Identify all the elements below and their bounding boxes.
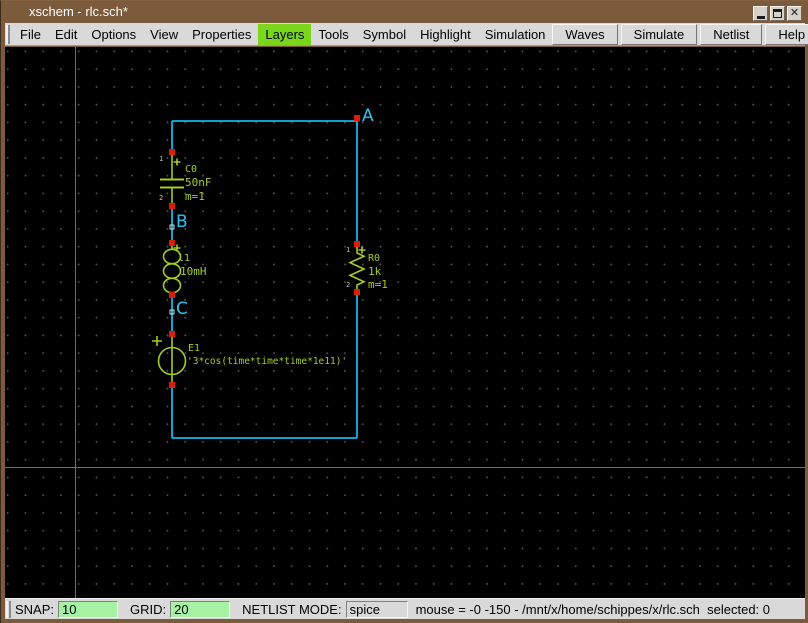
menubar: File Edit Options View Properties Layers… <box>5 23 808 46</box>
capacitor-pin2-number: 2 <box>159 194 164 202</box>
snap-input[interactable] <box>58 600 119 618</box>
pin-marker <box>169 382 175 388</box>
schematic-drawing <box>152 115 366 439</box>
resistor-mult[interactable]: m=1 <box>368 278 388 291</box>
inductor-symbol[interactable] <box>162 243 182 295</box>
pin-marker <box>169 203 175 209</box>
schematic-canvas[interactable]: A B C C0 50nF m=1 1 2 l1 10mH R0 1k m=1 … <box>5 47 805 598</box>
inductor-ref[interactable]: l1 <box>178 253 190 264</box>
menu-item-simulation[interactable]: Simulation <box>478 24 553 45</box>
xschem-window: xschem - rlc.sch* ✕ File Edit Options Vi… <box>0 0 808 623</box>
grid-label: GRID: <box>130 601 167 617</box>
resistor-pin1-number: 1 <box>346 246 351 254</box>
simulate-button[interactable]: Simulate <box>620 23 698 45</box>
pin-marker <box>169 240 175 246</box>
netlist-mode-input[interactable] <box>345 600 408 618</box>
pin-marker <box>169 149 175 155</box>
wires[interactable] <box>171 120 358 439</box>
window-title: xschem - rlc.sch* <box>29 4 128 19</box>
source-value[interactable]: '3*cos(time*time*time*1e11)' <box>187 356 347 367</box>
node-label-c[interactable]: C <box>176 301 188 318</box>
resistor-pin2-number: 2 <box>346 281 351 289</box>
mouse-info: mouse = -0 -150 - /mnt/x/home/schippes/x… <box>415 601 770 617</box>
pin-marker <box>354 289 360 295</box>
capacitor-ref[interactable]: C0 <box>185 164 197 175</box>
titlebar[interactable]: xschem - rlc.sch* ✕ <box>1 1 808 23</box>
menu-item-highlight[interactable]: Highlight <box>413 24 478 45</box>
capacitor-value[interactable]: 50nF <box>185 176 212 189</box>
menu-item-properties[interactable]: Properties <box>185 24 258 45</box>
help-button[interactable]: Help <box>765 23 808 45</box>
grid-input[interactable] <box>170 600 231 618</box>
statusbar: SNAP: GRID: NETLIST MODE: mouse = -0 -15… <box>5 598 805 619</box>
minimize-button[interactable] <box>753 6 768 21</box>
resistor-value[interactable]: 1k <box>368 265 381 278</box>
menubar-grip-handle[interactable] <box>6 24 10 44</box>
maximize-button[interactable] <box>770 6 785 21</box>
minimize-icon <box>756 15 765 19</box>
menu-item-symbol[interactable]: Symbol <box>356 24 413 45</box>
waves-button[interactable]: Waves <box>552 23 618 45</box>
plus-polarity-icon <box>358 246 366 254</box>
voltage-source-symbol[interactable] <box>152 336 187 383</box>
source-ref[interactable]: E1 <box>188 343 200 354</box>
menu-item-file[interactable]: File <box>13 24 48 45</box>
close-button[interactable]: ✕ <box>787 6 802 21</box>
capacitor-mult[interactable]: m=1 <box>185 190 205 203</box>
snap-label: SNAP: <box>15 601 55 617</box>
netlist-mode-label: NETLIST MODE: <box>242 601 342 617</box>
menu-item-tools[interactable]: Tools <box>311 24 355 45</box>
menu-item-layers[interactable]: Layers <box>258 23 312 45</box>
plus-polarity-icon <box>173 158 181 166</box>
node-label-a[interactable]: A <box>362 108 374 125</box>
menu-item-view[interactable]: View <box>143 24 185 45</box>
pin-marker <box>169 331 175 337</box>
resistor-ref[interactable]: R0 <box>368 253 380 264</box>
resistor-symbol[interactable] <box>348 246 366 290</box>
pin-marker <box>354 115 360 121</box>
netlist-button[interactable]: Netlist <box>700 23 763 45</box>
node-label-b[interactable]: B <box>176 214 188 231</box>
menubar-buttons: Waves Simulate Netlist Help <box>552 23 808 45</box>
capacitor-pin1-number: 1 <box>159 155 164 163</box>
statusbar-grip-handle[interactable] <box>6 600 11 618</box>
plus-polarity-icon <box>152 336 162 346</box>
close-icon: ✕ <box>789 7 800 19</box>
maximize-icon <box>773 9 782 18</box>
pin-marker <box>169 292 175 298</box>
capacitor-symbol[interactable] <box>160 152 184 203</box>
pin-marker <box>354 241 360 247</box>
menu-item-options[interactable]: Options <box>84 24 143 45</box>
menu-item-edit[interactable]: Edit <box>48 24 84 45</box>
inductor-value[interactable]: 10mH <box>180 265 207 278</box>
